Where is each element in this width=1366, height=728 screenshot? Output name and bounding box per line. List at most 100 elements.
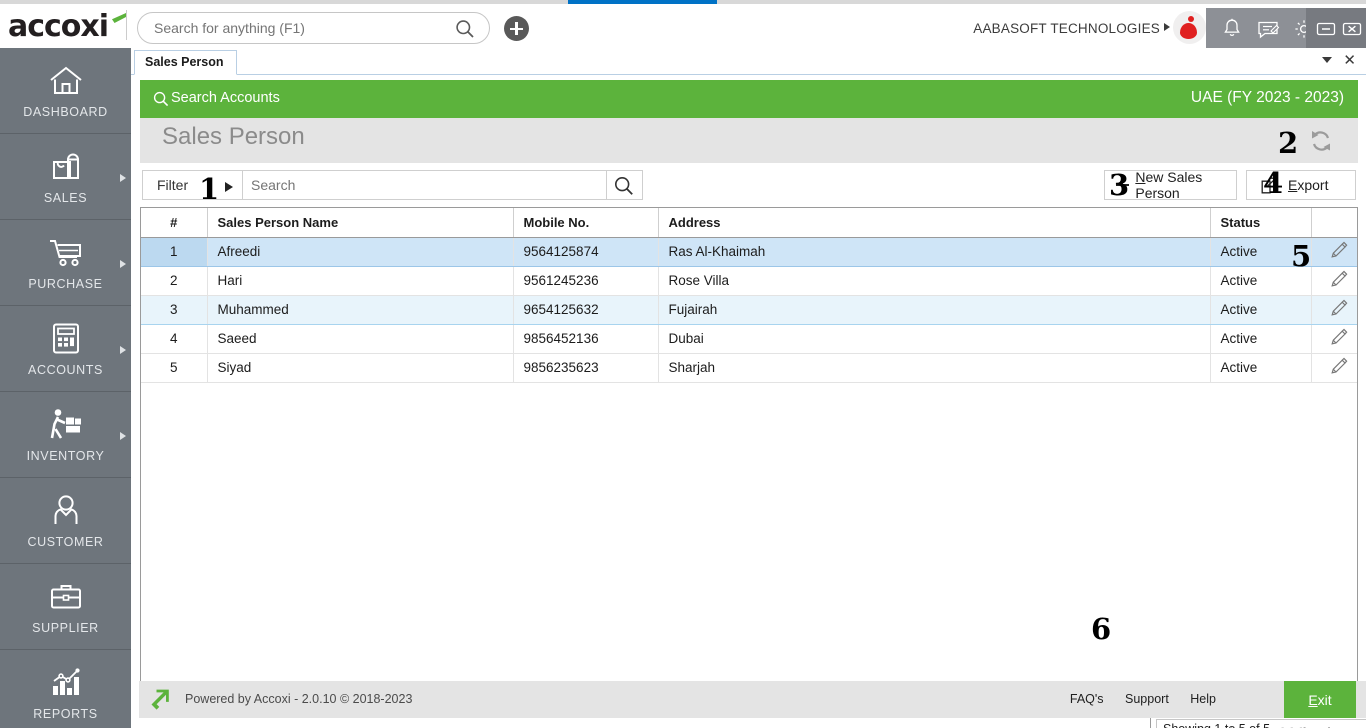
sidebar-item-label: CUSTOMER [27, 534, 104, 549]
sidebar-item-label: DASHBOARD [23, 104, 108, 119]
table-row[interactable]: 2 Hari 9561245236 Rose Villa Active [141, 266, 1357, 296]
table-header-row: # Sales Person Name Mobile No. Address S… [141, 208, 1357, 238]
cell-address: Rose Villa [658, 266, 1211, 296]
minimize-icon[interactable] [1314, 17, 1338, 41]
company-name[interactable]: AABASOFT TECHNOLOGIES [973, 21, 1160, 36]
cell-status: Active [1210, 294, 1312, 325]
table-row[interactable]: 1 Afreedi 9564125874 Ras Al-Khaimah Active [141, 236, 1357, 267]
sidebar-item-label: INVENTORY [26, 448, 105, 463]
edit-pencil-icon[interactable] [1311, 324, 1357, 354]
cell-index: 4 [141, 324, 208, 354]
sidebar-item-label: ACCOUNTS [28, 362, 103, 377]
column-header-name[interactable]: Sales Person Name [207, 208, 514, 238]
search-icon[interactable] [153, 91, 169, 112]
sidebar-item-supplier[interactable]: SUPPLIER [0, 564, 131, 650]
column-header-mobile[interactable]: Mobile No. [513, 208, 659, 238]
refresh-icon[interactable] [1306, 126, 1336, 156]
page-title: Sales Person [162, 123, 305, 150]
filter-label[interactable]: Filter [157, 177, 188, 193]
table-row[interactable]: 3 Muhammed 9654125632 Fujairah Active [141, 294, 1357, 325]
table-row[interactable]: 4 Saeed 9856452136 Dubai Active [141, 324, 1357, 354]
app-window: accoxi AABASOFT TECHNOLOGIES [0, 0, 1366, 728]
sidebar-item-accounts[interactable]: ACCOUNTS [0, 306, 131, 392]
global-search-box[interactable] [137, 12, 490, 44]
sidebar-item-inventory[interactable]: INVENTORY [0, 392, 131, 478]
cell-mobile: 9564125874 [513, 236, 659, 267]
bell-icon[interactable] [1220, 17, 1244, 41]
close-icon[interactable]: ✕ [1343, 53, 1356, 69]
cell-name: Siyad [207, 353, 514, 383]
search-accounts-label[interactable]: Search Accounts [171, 90, 280, 106]
search-input[interactable] [154, 13, 444, 43]
shopping-bag-icon [49, 149, 83, 185]
footer-link-support[interactable]: Support [1125, 692, 1169, 706]
table: # Sales Person Name Mobile No. Address S… [141, 208, 1357, 383]
cell-address: Fujairah [658, 294, 1211, 325]
edit-pencil-icon[interactable] [1311, 266, 1357, 296]
sidebar-item-label: PURCHASE [28, 276, 103, 291]
sidebar-item-dashboard[interactable]: DASHBOARD [0, 48, 131, 134]
chevron-right-icon [120, 432, 126, 440]
list-search-input[interactable] [251, 175, 611, 195]
caret-right-icon[interactable] [225, 182, 233, 192]
home-icon [48, 63, 84, 99]
quick-add-button[interactable] [504, 16, 529, 41]
edit-pencil-icon[interactable] [1311, 294, 1357, 325]
avatar[interactable] [1173, 11, 1206, 44]
top-bar: accoxi AABASOFT TECHNOLOGIES [0, 4, 1366, 48]
callout-number: 1 [199, 172, 220, 206]
sidebar: DASHBOARD SALES PURCHASE ACCOUNTS INVENT… [0, 48, 131, 728]
cell-name: Muhammed [207, 294, 514, 325]
powered-by-label: Powered by Accoxi - 2.0.10 © 2018-2023 [185, 692, 413, 706]
cell-address: Dubai [658, 324, 1211, 354]
page-content: Search Accounts UAE (FY 2023 - 2023) Sal… [131, 75, 1366, 728]
chevron-down-icon[interactable] [1322, 57, 1332, 63]
column-header-status[interactable]: Status [1210, 208, 1312, 238]
logo-text: accoxi [8, 9, 109, 44]
cell-index: 1 [141, 236, 208, 267]
sidebar-item-label: SUPPLIER [32, 620, 99, 635]
callout-number: 6 [1091, 612, 1112, 646]
footer-link-help[interactable]: Help [1190, 692, 1216, 706]
callout-number: 2 [1278, 126, 1299, 160]
sales-person-table: # Sales Person Name Mobile No. Address S… [140, 207, 1358, 703]
accoxi-arrow-icon [151, 689, 172, 710]
sidebar-item-label: SALES [43, 190, 88, 205]
sidebar-item-customer[interactable]: CUSTOMER [0, 478, 131, 564]
footer-link-faqs[interactable]: FAQ's [1070, 692, 1104, 706]
close-icon[interactable] [1340, 17, 1364, 41]
company-chevron-icon[interactable] [1164, 23, 1170, 31]
tab-sales-person[interactable]: Sales Person [134, 50, 237, 75]
cell-status: Active [1210, 324, 1312, 354]
search-accounts-bar[interactable]: Search Accounts UAE (FY 2023 - 2023) [140, 80, 1358, 118]
table-body: 1 Afreedi 9564125874 Ras Al-Khaimah Active 2 H… [141, 236, 1357, 383]
exit-button[interactable]: Exit [1284, 681, 1356, 718]
cell-name: Afreedi [207, 236, 514, 267]
new-sales-person-label: New Sales Person [1135, 169, 1203, 201]
shopping-cart-icon [47, 235, 85, 271]
sidebar-item-sales[interactable]: SALES [0, 134, 131, 220]
cell-index: 2 [141, 266, 208, 296]
activate-windows-title: Activate Windows [1197, 723, 1366, 728]
window-controls [1306, 8, 1366, 48]
message-icon[interactable] [1256, 17, 1280, 41]
accoxi-logo: accoxi [8, 9, 126, 44]
edit-pencil-icon[interactable] [1311, 353, 1357, 383]
sidebar-item-purchase[interactable]: PURCHASE [0, 220, 131, 306]
sidebar-item-label: REPORTS [33, 706, 98, 721]
briefcase-icon [49, 579, 83, 615]
table-row[interactable]: 5 Siyad 9856235623 Sharjah Active [141, 353, 1357, 383]
cell-index: 3 [141, 294, 208, 325]
sidebar-item-reports[interactable]: REPORTS [0, 650, 131, 728]
column-header-index[interactable]: # [141, 208, 208, 238]
callout-number: 5 [1291, 239, 1312, 273]
callout-number: 4 [1263, 166, 1284, 200]
divider [242, 171, 243, 199]
edit-pencil-icon[interactable] [1311, 236, 1357, 267]
column-header-address[interactable]: Address [658, 208, 1211, 238]
search-icon[interactable] [455, 19, 475, 44]
top-icon-group [1206, 8, 1313, 48]
cell-mobile: 9856235623 [513, 353, 659, 383]
chevron-right-icon [120, 174, 126, 182]
search-icon[interactable] [613, 175, 635, 202]
